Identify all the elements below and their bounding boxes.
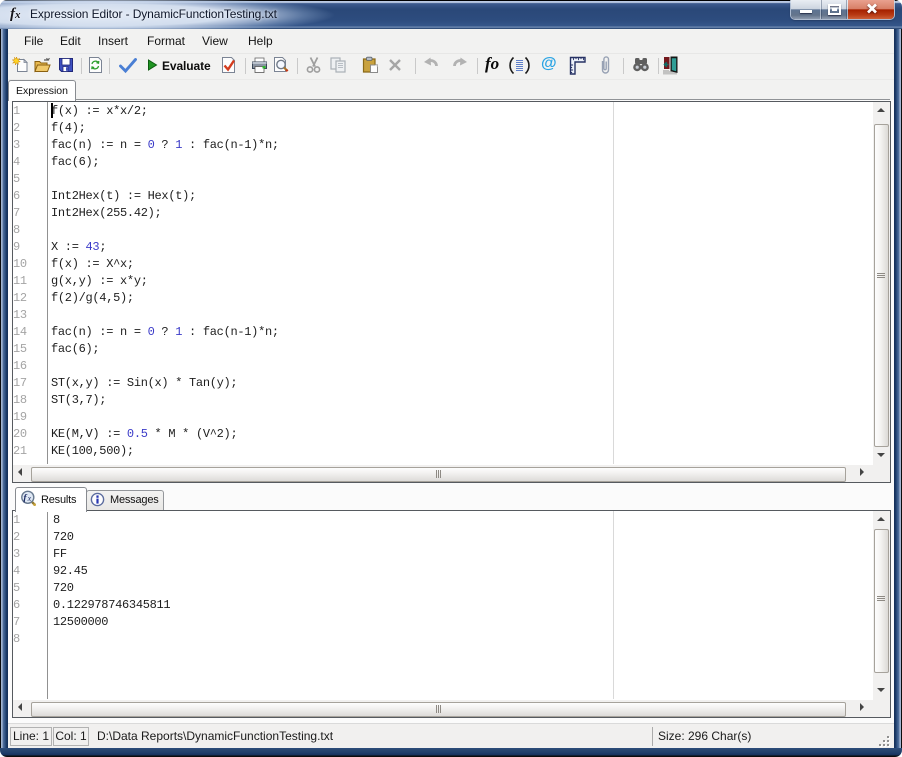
svg-text:x: x <box>27 494 32 503</box>
